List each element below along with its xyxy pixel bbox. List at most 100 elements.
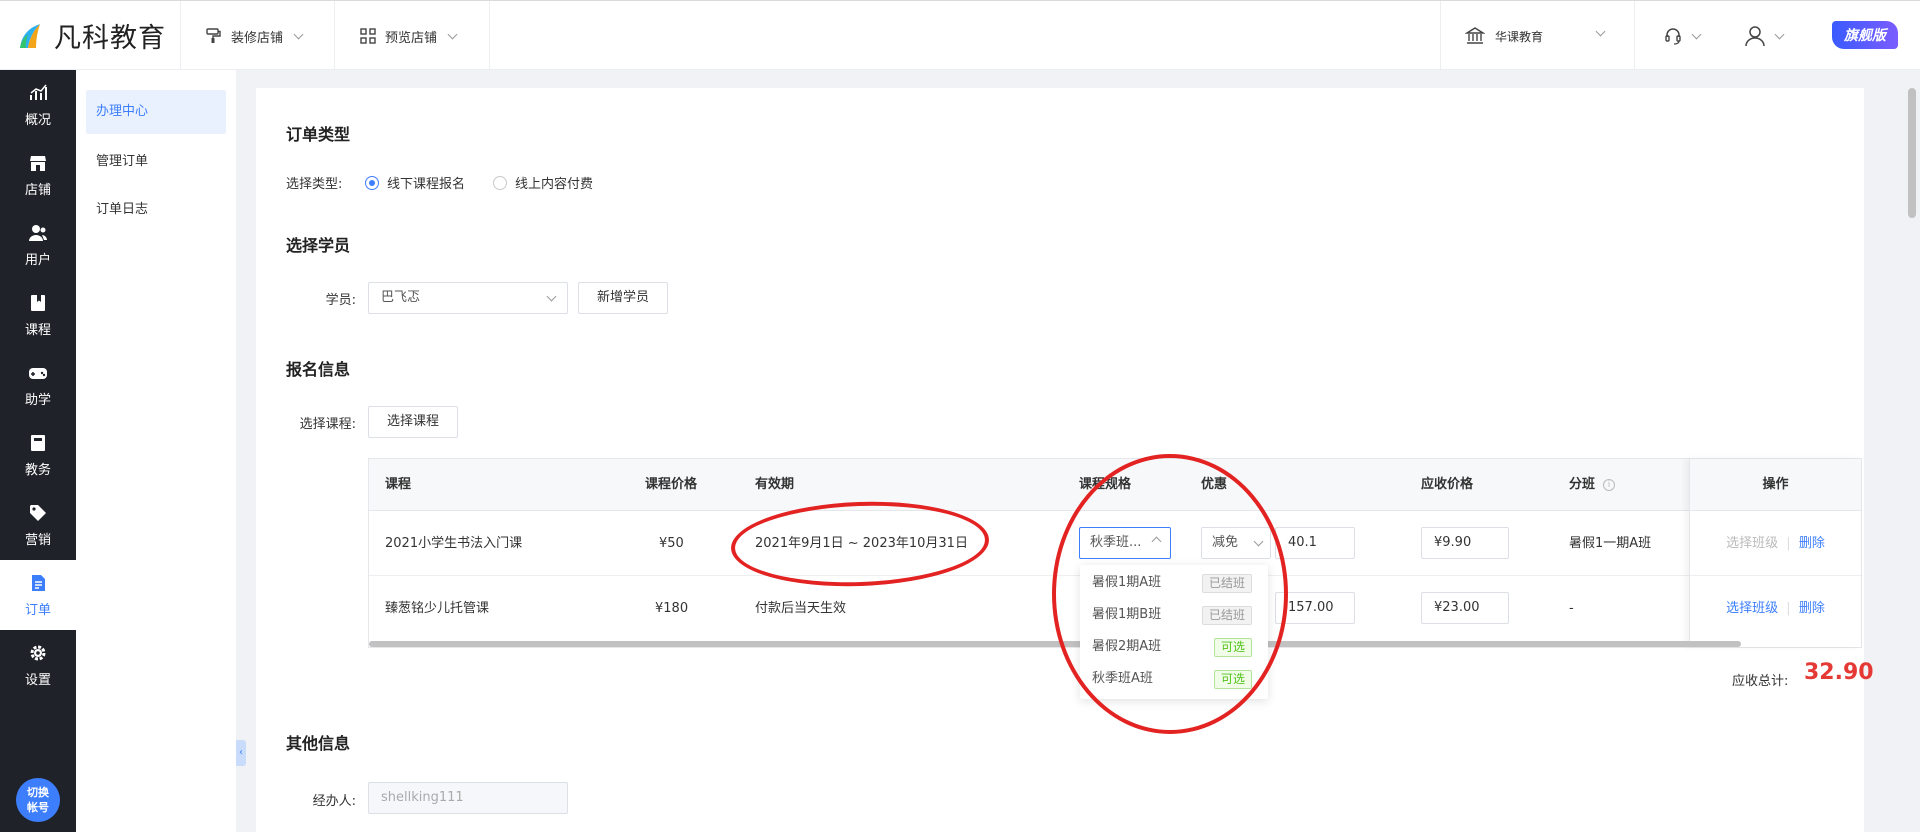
select-class-link[interactable]: 选择班级 <box>1726 601 1778 616</box>
select-class-link[interactable]: 选择班级 <box>1726 536 1778 551</box>
sidebar-item-label: 订单 <box>24 602 51 618</box>
user-menu[interactable] <box>1724 1 1804 71</box>
sidebar-item-label: 课程 <box>24 322 51 338</box>
subnav-item-center[interactable]: 办理中心 <box>86 90 226 134</box>
handler-label: 经办人: <box>312 794 356 809</box>
sidebar-item-label: 用户 <box>24 252 51 268</box>
paint-roller-icon <box>206 28 221 43</box>
sidebar-item-label: 助学 <box>24 392 51 408</box>
sidebar-item-label: 教务 <box>24 462 51 478</box>
logo-icon <box>20 24 40 48</box>
switch-account-label-2: 帐号 <box>27 801 49 814</box>
users-icon <box>29 224 47 241</box>
chart-icon <box>30 84 47 100</box>
radio-offline-course[interactable]: 线下课程报名 <box>365 173 465 192</box>
sidebar-item-store[interactable]: 店铺 <box>0 140 76 210</box>
logo[interactable]: 凡科教育 <box>16 15 166 55</box>
org-selector[interactable]: 华课教育 <box>1440 1 1634 71</box>
radio-label: 线上内容付费 <box>515 177 594 192</box>
preview-store-menu[interactable]: 预览店铺 <box>334 1 490 71</box>
student-title: 选择学员 <box>286 236 351 255</box>
enroll-title: 报名信息 <box>286 360 351 379</box>
handler-input: shellking111 <box>368 782 568 814</box>
divider: | <box>1786 601 1791 616</box>
discount-value-input[interactable]: 40.1 <box>1275 527 1355 559</box>
choose-course-button[interactable]: 选择课程 <box>368 406 458 438</box>
vertical-scrollbar[interactable] <box>1908 88 1916 788</box>
chevron-down-icon <box>546 291 557 302</box>
radio-label: 线下课程报名 <box>387 177 466 192</box>
sidebar-item-marketing[interactable]: 营销 <box>0 490 76 560</box>
collapse-sidebar-button[interactable]: ‹ <box>236 740 246 766</box>
info-icon[interactable]: i <box>1603 479 1615 491</box>
secondary-sidebar: 办理中心 管理订单 订单日志 <box>76 70 236 832</box>
user-icon <box>1745 26 1765 47</box>
sidebar-item-overview[interactable]: 概况 <box>0 70 76 140</box>
total-value: 32.90 <box>1804 660 1874 685</box>
sidebar-item-course[interactable]: 课程 <box>0 280 76 350</box>
headset-icon <box>1665 28 1681 45</box>
grid-icon <box>360 28 376 44</box>
chevron-down-icon <box>293 29 304 39</box>
other-info-title: 其他信息 <box>286 734 351 753</box>
vip-badge[interactable]: 旗舰版 <box>1832 21 1898 49</box>
decorate-store-label: 装修店铺 <box>231 30 284 46</box>
scrollbar-thumb[interactable] <box>1908 88 1916 218</box>
column-header: 课程 <box>385 477 412 492</box>
main-content: 订单类型 选择类型: 线下课程报名 线上内容付费 选择学员 学员: 巴飞忑 新增… <box>256 88 1874 832</box>
radio-dot <box>365 175 379 190</box>
student-select[interactable]: 巴飞忑 <box>368 282 568 314</box>
receivable-input[interactable]: ¥9.90 <box>1421 527 1509 559</box>
support-menu[interactable] <box>1634 1 1724 71</box>
subnav-item-log[interactable]: 订单日志 <box>86 188 226 232</box>
book-icon <box>31 434 45 451</box>
cell-course: 臻葱铭少儿托管课 <box>385 601 490 616</box>
delete-link[interactable]: 删除 <box>1799 536 1825 551</box>
tag-icon <box>30 504 46 521</box>
course-icon <box>31 294 45 311</box>
student-label: 学员: <box>325 293 356 308</box>
cell-class: - <box>1569 601 1574 616</box>
sidebar-item-label: 设置 <box>24 672 51 688</box>
cell-price: ¥180 <box>655 601 689 616</box>
radio-online-content[interactable]: 线上内容付费 <box>493 173 593 192</box>
course-label: 选择课程: <box>299 417 356 432</box>
divider: | <box>1786 536 1791 551</box>
order-icon <box>32 574 45 591</box>
column-header: 应收价格 <box>1421 477 1474 492</box>
primary-sidebar: 概况 店铺 用户 课程 助学 教务 营销 订单 设置 切换 帐号 <box>0 70 76 832</box>
decorate-store-menu[interactable]: 装修店铺 <box>180 1 328 71</box>
switch-account-button[interactable]: 切换 帐号 <box>16 778 60 822</box>
sidebar-item-label: 概况 <box>24 112 51 128</box>
column-header: 分班 <box>1569 477 1596 492</box>
student-value: 巴飞忑 <box>381 290 421 305</box>
chevron-down-icon <box>1774 29 1785 39</box>
org-name: 华课教育 <box>1495 29 1544 44</box>
horizontal-scrollbar[interactable] <box>369 641 1741 647</box>
brand-name: 凡科教育 <box>54 22 166 54</box>
sidebar-item-label: 店铺 <box>24 182 51 198</box>
row-actions: 选择班级 | 删除 <box>1690 576 1861 641</box>
order-type-title: 订单类型 <box>286 125 351 144</box>
sidebar-item-users[interactable]: 用户 <box>0 210 76 280</box>
sidebar-item-study-aid[interactable]: 助学 <box>0 350 76 420</box>
top-bar: 凡科教育 装修店铺 预览店铺 华课教育 旗舰版 <box>0 0 1920 71</box>
column-header: 课程价格 <box>645 477 698 492</box>
preview-store-label: 预览店铺 <box>385 30 438 46</box>
gamepad-icon <box>29 367 47 379</box>
delete-link[interactable]: 删除 <box>1799 601 1825 616</box>
switch-account-label-1: 切换 <box>27 786 49 799</box>
chevron-down-icon <box>447 29 458 39</box>
receivable-input[interactable]: ¥23.00 <box>1421 592 1509 624</box>
gear-icon <box>30 645 46 660</box>
add-student-button[interactable]: 新增学员 <box>578 282 668 314</box>
sidebar-item-order[interactable]: 订单 <box>0 560 76 630</box>
subnav-item-manage[interactable]: 管理订单 <box>86 140 226 184</box>
sidebar-item-settings[interactable]: 设置 <box>0 630 76 700</box>
cell-price: ¥50 <box>659 536 684 551</box>
radio-dot <box>493 175 507 190</box>
order-type-label: 选择类型: <box>286 177 343 192</box>
sidebar-item-academic[interactable]: 教务 <box>0 420 76 490</box>
annotation-circle <box>1052 454 1288 734</box>
column-header: 有效期 <box>755 477 795 492</box>
